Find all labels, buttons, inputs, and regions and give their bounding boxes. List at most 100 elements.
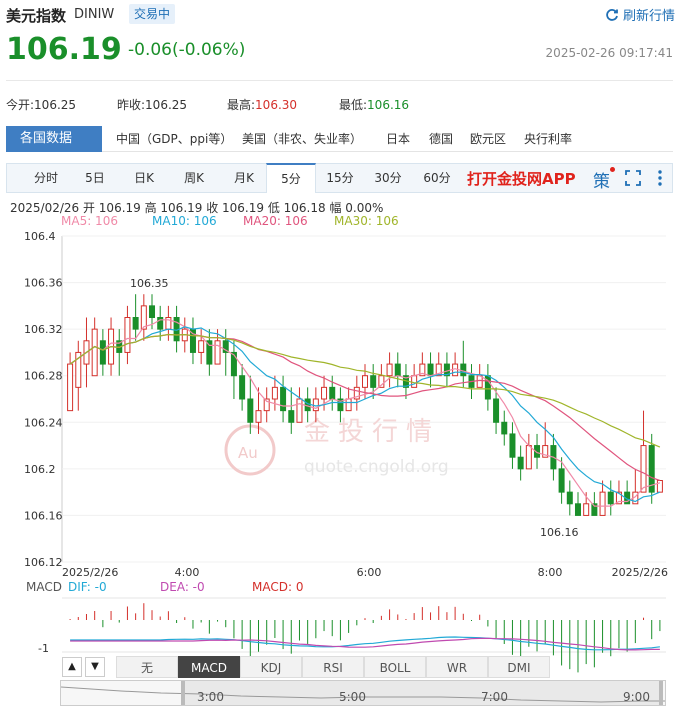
candle-body	[271, 386, 278, 400]
x-tick-label: 2025/2/26	[612, 566, 668, 579]
tab-intraday[interactable]: 分时	[21, 164, 71, 192]
price-change: -0.06(-0.06%)	[128, 40, 246, 60]
low-annotation: 106.16	[540, 526, 579, 539]
y-tick-label: 106.36	[24, 277, 63, 290]
macd-bar	[274, 620, 276, 638]
tab-indicator-kdj[interactable]: KDJ	[240, 656, 302, 678]
candle-body	[149, 305, 156, 319]
tab-country-data[interactable]: 各国数据	[6, 126, 102, 152]
tab-indicator-macd[interactable]: MACD	[178, 656, 240, 678]
candle-body	[640, 445, 647, 493]
macd-bar	[659, 620, 661, 632]
macd-dif-line	[70, 636, 660, 651]
fullscreen-icon[interactable]	[625, 170, 641, 186]
macd-bar	[290, 620, 292, 654]
tab-15min[interactable]: 15分	[316, 164, 364, 192]
scroll-up-button[interactable]: ▲	[62, 657, 82, 677]
tab-5day[interactable]: 5日	[71, 164, 119, 192]
tab-central-bank-rate[interactable]: 央行利率	[524, 126, 572, 152]
macd-dif: DIF: -0	[68, 580, 107, 594]
tab-60min[interactable]: 60分	[412, 164, 462, 192]
tab-indicator-none[interactable]: 无	[116, 656, 178, 678]
ma30-line	[69, 333, 661, 448]
navigator-label: 7:00	[481, 690, 508, 704]
macd-bar	[487, 620, 489, 627]
macd-bar	[249, 620, 251, 660]
macd-bar	[307, 620, 309, 645]
open-app-link[interactable]: 打开金投网APP	[467, 168, 576, 189]
macd-bar	[503, 620, 505, 644]
candle-body	[173, 317, 180, 342]
candle-body	[574, 503, 581, 516]
macd-bar	[511, 620, 513, 655]
candle-body	[222, 340, 229, 353]
candle-body	[353, 386, 360, 400]
prev-close-stat: 昨收:106.25	[117, 96, 187, 113]
x-tick-label: 2025/2/26	[62, 566, 118, 579]
candle-body	[198, 340, 205, 353]
macd-bar	[552, 620, 554, 656]
macd-bar	[380, 615, 382, 620]
candle-body	[312, 398, 319, 412]
candle-body	[550, 445, 557, 470]
more-menu-icon[interactable]	[657, 169, 663, 187]
candle-body	[304, 398, 311, 412]
macd-bar	[102, 620, 104, 628]
tab-daily-k[interactable]: 日K	[119, 164, 169, 192]
notification-dot	[610, 167, 615, 172]
candle-body	[607, 491, 614, 505]
macd-bar	[413, 613, 415, 620]
macd-bar	[225, 620, 227, 628]
macd-bar	[331, 620, 333, 637]
open-stat: 今开:106.25	[6, 96, 76, 113]
tab-indicator-boll[interactable]: BOLL	[364, 656, 426, 678]
strategy-button[interactable]: 策	[593, 167, 610, 192]
macd-bar	[167, 611, 169, 620]
y-tick-label: 106.16	[24, 509, 63, 522]
macd-bar	[430, 612, 432, 620]
tab-weekly-k[interactable]: 周K	[169, 164, 219, 192]
tab-indicator-rsi[interactable]: RSI	[302, 656, 364, 678]
candle-body	[427, 363, 434, 377]
macd-bar	[470, 620, 472, 621]
watermark-logo	[224, 424, 276, 476]
candle-body	[534, 445, 541, 458]
candle-body	[558, 468, 565, 493]
high-value: 106.30	[255, 98, 298, 112]
macd-bar	[200, 620, 202, 623]
refresh-button[interactable]: 刷新行情	[605, 5, 675, 24]
candle-body	[362, 375, 368, 388]
tab-indicator-dmi[interactable]: DMI	[488, 656, 550, 678]
ma10-legend: MA10: 106	[152, 214, 217, 228]
navigator-right-handle[interactable]	[659, 681, 663, 705]
macd-bar	[421, 607, 423, 620]
macd-bar	[323, 620, 325, 632]
ma20-line	[69, 333, 661, 482]
prev-close-value: 106.25	[145, 98, 188, 112]
tab-monthly-k[interactable]: 月K	[219, 164, 269, 192]
x-tick-label: 6:00	[357, 566, 382, 579]
refresh-label: 刷新行情	[622, 9, 675, 24]
navigator-label: 5:00	[339, 690, 366, 704]
tab-china[interactable]: 中国（GDP、ppi等）	[116, 126, 232, 152]
navigator-left-handle[interactable]	[181, 681, 185, 705]
tab-germany[interactable]: 德国	[429, 126, 453, 152]
scroll-down-button[interactable]: ▼	[85, 657, 105, 677]
macd-bar	[634, 620, 636, 644]
time-navigator[interactable]: 3:00 5:00 7:00 9:00	[60, 680, 666, 706]
candle-body	[599, 491, 606, 516]
tab-indicator-wr[interactable]: WR	[426, 656, 488, 678]
tab-japan[interactable]: 日本	[386, 126, 410, 152]
candle-body	[255, 410, 262, 423]
low-stat: 最低:106.16	[339, 96, 409, 113]
tab-5min[interactable]: 5分	[266, 163, 316, 193]
tab-eurozone[interactable]: 欧元区	[470, 126, 506, 152]
tab-30min[interactable]: 30分	[364, 164, 412, 192]
candle-body	[542, 445, 549, 458]
macd-bar	[159, 616, 161, 620]
tab-usa[interactable]: 美国（非农、失业率）	[242, 126, 362, 152]
macd-bar	[208, 620, 210, 634]
macd-bar	[77, 617, 79, 620]
candle-body	[206, 340, 213, 365]
macd-bar	[298, 620, 300, 641]
